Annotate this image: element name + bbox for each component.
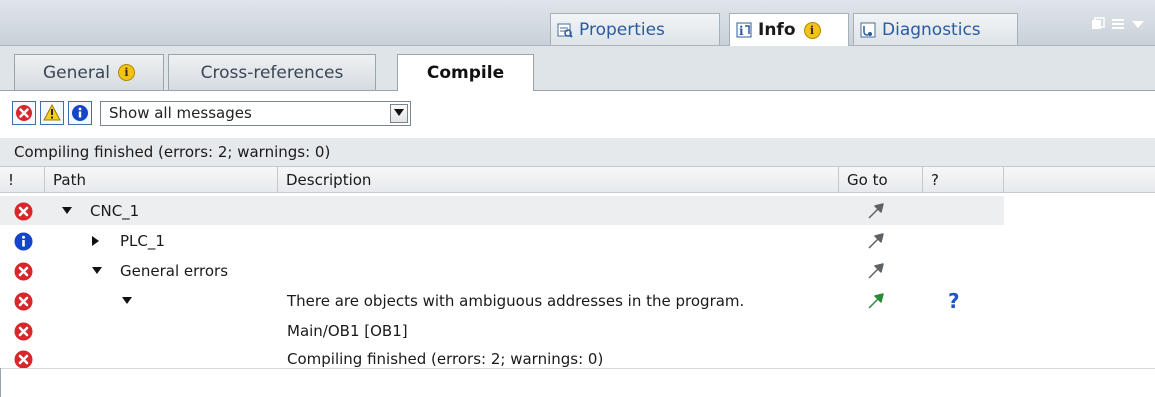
expand-toggle[interactable] <box>62 196 72 225</box>
row-path: CNC_1 <box>90 201 140 220</box>
diagnostics-icon <box>860 22 876 38</box>
tab-general[interactable]: General i <box>14 54 164 90</box>
table-row[interactable]: General errors <box>0 256 1155 285</box>
goto-button[interactable] <box>867 226 885 255</box>
tab-general-label: General <box>43 62 110 83</box>
column-header-description[interactable]: Description <box>278 167 839 193</box>
column-path-label: Path <box>53 171 86 189</box>
expanded-triangle-icon <box>92 267 102 274</box>
menu-lines-icon[interactable] <box>1111 17 1125 35</box>
column-header-help[interactable]: ? <box>923 167 1004 193</box>
row-description: There are objects with ambiguous address… <box>287 291 745 310</box>
goto-arrow-icon <box>868 262 884 279</box>
grid-bottom-divider <box>0 368 1155 369</box>
row-description: Main/OB1 [OB1] <box>287 321 408 340</box>
inspector-tab-bar: Properties i Info i Diagnostics <box>0 0 1155 46</box>
message-filter-select[interactable]: Show all messages <box>100 100 411 126</box>
error-filter-icon <box>16 105 32 121</box>
tab-info-label: Info <box>758 20 796 40</box>
general-info-badge-icon: i <box>118 64 135 81</box>
collapsed-triangle-icon <box>92 235 99 246</box>
compile-status-text: Compiling finished (errors: 2; warnings:… <box>14 143 331 161</box>
tab-cross-references-label: Cross-references <box>200 62 344 83</box>
expanded-triangle-icon <box>62 207 72 214</box>
column-severity-label: ! <box>8 171 15 189</box>
tab-compile-label: Compile <box>426 63 505 83</box>
error-icon <box>14 322 33 341</box>
message-filter-value: Show all messages <box>109 104 252 122</box>
collapse-arrow-icon[interactable] <box>1131 17 1145 35</box>
column-header-path[interactable]: Path <box>45 167 278 193</box>
warning-filter-icon <box>43 104 61 121</box>
show-info-button[interactable] <box>68 101 92 125</box>
column-help-label: ? <box>931 171 939 189</box>
expanded-triangle-icon <box>122 297 132 304</box>
expand-toggle[interactable] <box>92 256 102 285</box>
goto-arrow-icon <box>868 232 884 249</box>
row-path: General errors <box>120 261 229 280</box>
tab-properties-label: Properties <box>579 19 665 40</box>
table-row[interactable]: CNC_1 <box>0 196 1155 225</box>
error-icon <box>14 350 33 369</box>
error-icon <box>14 202 33 221</box>
dropdown-arrow-icon[interactable] <box>390 103 408 123</box>
info-badge-icon: i <box>803 21 821 39</box>
tab-diagnostics-label: Diagnostics <box>882 19 981 40</box>
svg-text:i: i <box>739 24 744 38</box>
goto-arrow-icon <box>868 202 884 219</box>
help-button[interactable]: ? <box>948 286 960 315</box>
error-icon <box>14 262 33 281</box>
sub-tab-bar: General i Cross-references Compile <box>0 46 1155 91</box>
table-row[interactable]: Main/OB1 [OB1] <box>0 316 1155 345</box>
column-header-severity[interactable]: ! <box>0 167 45 193</box>
tab-diagnostics[interactable]: Diagnostics <box>853 13 1018 45</box>
compile-status-line: Compiling finished (errors: 2; warnings:… <box>0 138 1155 166</box>
tab-properties[interactable]: Properties <box>550 13 720 45</box>
expand-toggle[interactable] <box>92 226 99 255</box>
tab-cross-references[interactable]: Cross-references <box>168 54 376 90</box>
table-row[interactable]: There are objects with ambiguous address… <box>0 286 1155 315</box>
messages-grid-header: ! Path Description Go to ? <box>0 166 1155 193</box>
info-filter-icon <box>72 105 88 121</box>
tab-compile[interactable]: Compile <box>397 54 534 91</box>
column-description-label: Description <box>286 171 372 189</box>
show-errors-button[interactable] <box>12 101 36 125</box>
table-row[interactable]: PLC_1 <box>0 226 1155 255</box>
info-tab-icon: i <box>736 22 752 38</box>
column-header-goto[interactable]: Go to <box>839 167 923 193</box>
info-icon <box>14 232 33 251</box>
goto-button[interactable] <box>867 256 885 285</box>
column-goto-label: Go to <box>847 171 888 189</box>
window-controls <box>1091 17 1145 35</box>
expand-toggle[interactable] <box>122 286 132 315</box>
message-filter-toolbar: Show all messages <box>12 96 411 130</box>
properties-icon <box>557 22 573 38</box>
goto-button[interactable] <box>867 286 885 315</box>
tab-info[interactable]: i Info i <box>729 13 849 46</box>
goto-arrow-icon <box>868 292 884 309</box>
error-icon <box>14 292 33 311</box>
row-path: PLC_1 <box>120 231 165 250</box>
goto-button[interactable] <box>867 196 885 225</box>
show-warnings-button[interactable] <box>40 101 64 125</box>
float-window-icon[interactable] <box>1091 17 1105 35</box>
grid-left-border <box>0 368 1 397</box>
